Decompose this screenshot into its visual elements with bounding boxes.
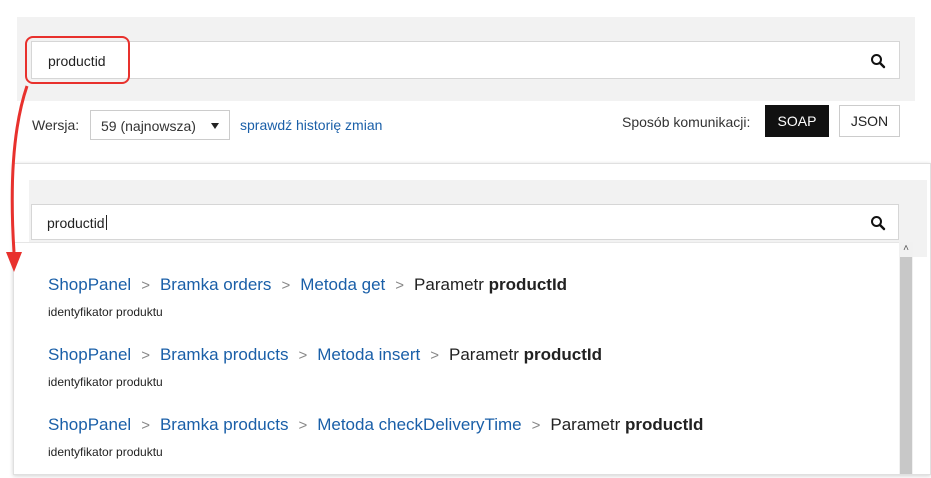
arrow-icon	[6, 85, 29, 272]
